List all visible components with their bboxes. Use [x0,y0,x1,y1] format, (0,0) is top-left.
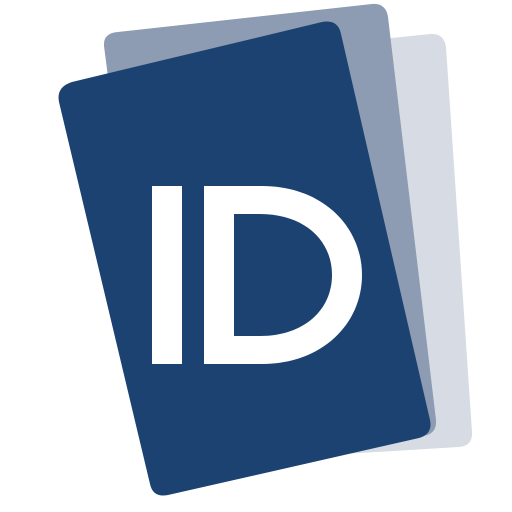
letter-i [152,186,182,364]
logo-canvas [0,0,512,512]
id-cards-logo [58,3,473,496]
